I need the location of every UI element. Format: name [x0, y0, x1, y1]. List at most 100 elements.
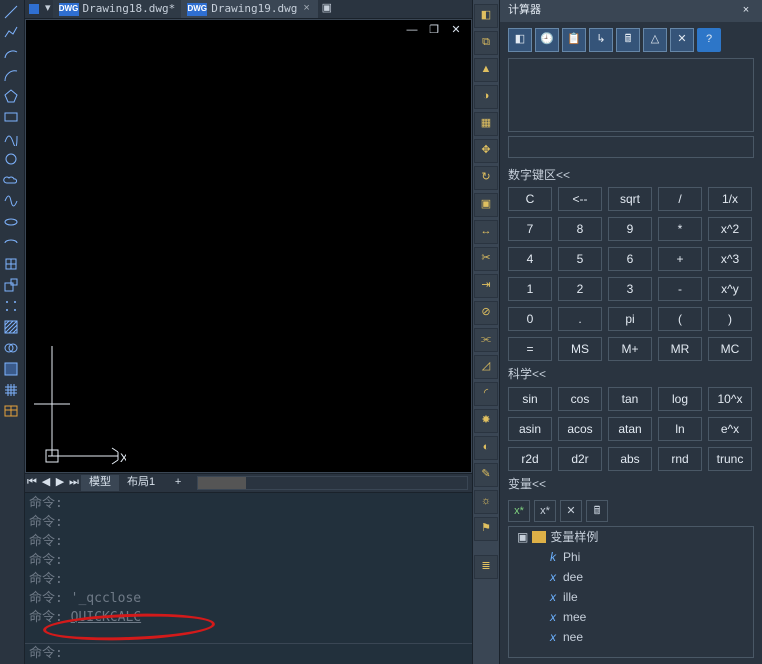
- boundary-icon[interactable]: [0, 359, 22, 379]
- calc-clear-icon[interactable]: ◧: [508, 28, 532, 52]
- file-tab-inactive[interactable]: DWG Drawing18.dwg*: [53, 0, 182, 18]
- key-0[interactable]: 0: [508, 307, 552, 331]
- erase-icon[interactable]: ◧: [474, 4, 498, 28]
- key-r2d[interactable]: r2d: [508, 447, 552, 471]
- calc-intersect-icon[interactable]: ✕: [670, 28, 694, 52]
- key-sqrt[interactable]: sqrt: [608, 187, 652, 211]
- key-ex[interactable]: e^x: [708, 417, 752, 441]
- key-C[interactable]: C: [508, 187, 552, 211]
- nav-last-icon[interactable]: ⏭: [67, 475, 81, 491]
- key-ln[interactable]: ln: [658, 417, 702, 441]
- move-icon[interactable]: ✥: [474, 139, 498, 163]
- rectangle-icon[interactable]: [0, 107, 22, 127]
- spline2-icon[interactable]: [0, 191, 22, 211]
- key-[interactable]: (: [658, 307, 702, 331]
- key-8[interactable]: 8: [558, 217, 602, 241]
- key-trunc[interactable]: trunc: [708, 447, 752, 471]
- minimize-icon[interactable]: —: [403, 24, 421, 37]
- key-6[interactable]: 6: [608, 247, 652, 271]
- table-icon[interactable]: [0, 401, 22, 421]
- nav-first-icon[interactable]: ⏮: [25, 475, 39, 491]
- add-layout-button[interactable]: +: [163, 475, 193, 490]
- calculator-header[interactable]: 计算器 ×: [500, 0, 762, 22]
- nav-prev-icon[interactable]: ◀: [39, 475, 53, 491]
- layout1-tab[interactable]: 布局1: [119, 475, 163, 490]
- insert-icon[interactable]: [0, 275, 22, 295]
- command-line[interactable]: 命令:: [25, 643, 472, 664]
- polyline-icon[interactable]: [0, 23, 22, 43]
- key-2[interactable]: 2: [558, 277, 602, 301]
- file-tab-active[interactable]: DWG Drawing19.dwg ×: [181, 0, 318, 18]
- collapse-icon[interactable]: ▣: [517, 530, 528, 544]
- ellipse-arc-icon[interactable]: [0, 233, 22, 253]
- key-1x[interactable]: 1/x: [708, 187, 752, 211]
- key-[interactable]: /: [658, 187, 702, 211]
- calc-help-icon[interactable]: ?: [697, 28, 721, 52]
- key-[interactable]: .: [558, 307, 602, 331]
- layer-icon[interactable]: ≣: [474, 555, 498, 579]
- calc-history-icon[interactable]: 🕘: [535, 28, 559, 52]
- key-MS[interactable]: MS: [558, 337, 602, 361]
- hatch-icon[interactable]: [0, 317, 22, 337]
- key-pi[interactable]: pi: [608, 307, 652, 331]
- key-asin[interactable]: asin: [508, 417, 552, 441]
- key-MR[interactable]: MR: [658, 337, 702, 361]
- key-log[interactable]: log: [658, 387, 702, 411]
- key-acos[interactable]: acos: [558, 417, 602, 441]
- key-1[interactable]: 1: [508, 277, 552, 301]
- explode-icon[interactable]: ✸: [474, 409, 498, 433]
- key-sin[interactable]: sin: [508, 387, 552, 411]
- calc-getcoords-icon[interactable]: ↳: [589, 28, 613, 52]
- close-tab-icon[interactable]: ×: [301, 2, 311, 15]
- key-atan[interactable]: atan: [608, 417, 652, 441]
- key-[interactable]: <--: [558, 187, 602, 211]
- var-item[interactable]: xdee: [509, 567, 753, 587]
- key-[interactable]: =: [508, 337, 552, 361]
- points-icon[interactable]: [0, 296, 22, 316]
- tree-root[interactable]: ▣ 变量样例: [509, 527, 753, 547]
- array-icon[interactable]: ▦: [474, 112, 498, 136]
- key-9[interactable]: 9: [608, 217, 652, 241]
- calc-calc-icon[interactable]: 🖩: [616, 28, 640, 52]
- nav-next-icon[interactable]: ▶: [53, 475, 67, 491]
- model-tab[interactable]: 模型: [81, 475, 119, 490]
- scale-icon[interactable]: ▣: [474, 193, 498, 217]
- region-icon[interactable]: [0, 338, 22, 358]
- var-item[interactable]: xmee: [509, 607, 753, 627]
- arc-icon[interactable]: [0, 44, 22, 64]
- paint-icon[interactable]: ✎: [474, 463, 498, 487]
- horizontal-scrollbar[interactable]: [197, 476, 468, 490]
- restore-icon[interactable]: ❐: [425, 24, 443, 37]
- grid-icon[interactable]: [0, 380, 22, 400]
- stretch-icon[interactable]: ↔: [474, 220, 498, 244]
- copy-icon[interactable]: ⧉: [474, 31, 498, 55]
- key-[interactable]: *: [658, 217, 702, 241]
- calc-paste-icon[interactable]: 📋: [562, 28, 586, 52]
- var-calc-icon[interactable]: 🖩: [586, 500, 608, 522]
- key-3[interactable]: 3: [608, 277, 652, 301]
- circle-icon[interactable]: [0, 149, 22, 169]
- offset-icon[interactable]: ◑: [474, 85, 498, 109]
- light-icon[interactable]: ☼: [474, 490, 498, 514]
- trim-icon[interactable]: ✂: [474, 247, 498, 271]
- key-xy[interactable]: x^y: [708, 277, 752, 301]
- arc2-icon[interactable]: [0, 65, 22, 85]
- key-abs[interactable]: abs: [608, 447, 652, 471]
- calculator-input[interactable]: [508, 136, 754, 158]
- key-4[interactable]: 4: [508, 247, 552, 271]
- drawing-viewport[interactable]: — ❐ ✕ X: [25, 19, 472, 473]
- key-10x[interactable]: 10^x: [708, 387, 752, 411]
- key-[interactable]: +: [658, 247, 702, 271]
- spline-icon[interactable]: [0, 128, 22, 148]
- line-icon[interactable]: [0, 2, 22, 22]
- break-icon[interactable]: ⊘: [474, 301, 498, 325]
- fillet-icon[interactable]: ◜: [474, 382, 498, 406]
- query-icon[interactable]: ⚑: [474, 517, 498, 541]
- var-new-icon[interactable]: x*: [508, 500, 530, 522]
- key-5[interactable]: 5: [558, 247, 602, 271]
- key-7[interactable]: 7: [508, 217, 552, 241]
- key-[interactable]: ): [708, 307, 752, 331]
- variables-title[interactable]: 变量<<: [508, 477, 754, 491]
- key-d2r[interactable]: d2r: [558, 447, 602, 471]
- polygon-icon[interactable]: [0, 86, 22, 106]
